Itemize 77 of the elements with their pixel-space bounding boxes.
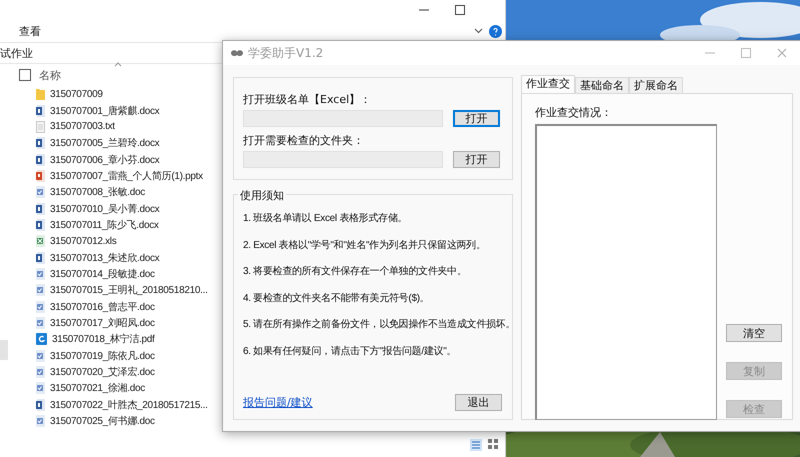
document-icon — [36, 350, 45, 362]
checkbox-icon — [19, 69, 31, 81]
folder-icon — [36, 88, 45, 100]
notice-item: 6. 如果有任何疑问，请点击下方"报告问题/建议"。 — [243, 344, 456, 358]
path-field[interactable] — [243, 151, 444, 168]
file-name[interactable]: 3150707013_朱述欣.docx — [50, 250, 160, 265]
window-title: 学委助手V1.2 — [248, 44, 324, 62]
spreadsheet-icon — [36, 235, 45, 248]
document-icon — [36, 284, 45, 296]
document-icon — [36, 300, 45, 313]
notice-item: 1. 班级名单请以 Excel 表格形式存储。 — [243, 212, 408, 225]
maximize-icon — [455, 5, 465, 15]
document-icon — [36, 316, 45, 329]
file-name[interactable]: 3150707012.xls — [50, 236, 116, 247]
word-document-icon — [36, 252, 45, 264]
file-name[interactable]: 3150707014_段敏捷.doc — [50, 266, 155, 281]
sort-caret-icon — [114, 62, 122, 67]
file-name[interactable]: 3150707017_刘昭凤.doc — [50, 316, 155, 330]
file-name[interactable]: 3150707015_王明礼_20180518210... — [50, 283, 208, 298]
help-icon — [489, 24, 502, 38]
tab[interactable]: 作业查交 — [521, 75, 575, 93]
file-name[interactable]: 3150707003.txt — [50, 121, 115, 132]
document-icon — [36, 186, 45, 198]
file-name[interactable]: 3150707006_章小芬.docx — [50, 152, 160, 167]
field-label: 打开班级名单【Excel】： — [243, 92, 372, 107]
document-icon — [36, 366, 45, 378]
file-name[interactable]: 3150707007_雷燕_个人简历(1).pptx — [50, 168, 203, 183]
maximize-icon — [741, 48, 751, 58]
file-name[interactable]: 3150707025_何书娜.doc — [50, 414, 155, 428]
file-name[interactable]: 3150707010_吴小菁.docx — [50, 202, 160, 216]
file-name[interactable]: 3150707011_陈少飞.docx — [50, 218, 159, 232]
document-icon — [36, 268, 45, 280]
ribbon-tab[interactable]: 查看 — [19, 24, 41, 38]
report-link[interactable]: 报告问题/建议 — [243, 395, 313, 410]
word-document-icon — [36, 154, 45, 166]
tab[interactable]: 基础命名 — [575, 77, 629, 93]
exit-button[interactable]: 退出 — [455, 394, 502, 411]
notice-item: 2. Excel 表格以"学号"和"姓名"作为列名并只保留这两列。 — [243, 238, 486, 252]
file-name[interactable]: 3150707020_艾泽宏.doc — [50, 365, 155, 380]
address-bar-text[interactable]: 试作业 — [0, 46, 33, 60]
app-logo-icon — [230, 48, 244, 58]
action-button[interactable]: 清空 — [726, 324, 782, 342]
details-view-icon — [470, 439, 482, 451]
result-list[interactable] — [535, 124, 717, 420]
tiles-view-icon — [488, 439, 499, 450]
field-label: 打开需要检查的文件夹： — [243, 133, 365, 148]
notice-item: 3. 将要检查的所有文件保存在一个单独的文件夹中。 — [243, 264, 467, 278]
word-document-icon — [36, 202, 45, 215]
group-title: 使用须知 — [238, 188, 286, 203]
text-file-icon — [36, 120, 45, 133]
file-name[interactable]: 3150707021_徐湘.doc — [50, 381, 145, 396]
file-name[interactable]: 3150707018_林宁洁.pdf — [52, 332, 154, 346]
file-name[interactable]: 3150707019_陈依凡.doc — [50, 348, 155, 363]
close-icon — [777, 48, 787, 58]
file-name[interactable]: 3150707008_张敏.doc — [50, 185, 145, 200]
open-button[interactable]: 打开 — [453, 110, 500, 127]
document-icon — [36, 415, 45, 428]
file-name[interactable]: 3150707016_曾志平.doc — [50, 300, 155, 314]
pdf-icon — [36, 333, 47, 346]
word-document-icon — [36, 104, 45, 117]
presentation-icon — [36, 170, 45, 182]
tab[interactable]: 扩展命名 — [629, 77, 683, 93]
notice-item: 4. 要检查的文件夹名不能带有美元符号($)。 — [243, 292, 430, 304]
word-document-icon — [36, 218, 45, 231]
open-button[interactable]: 打开 — [453, 151, 500, 168]
chevron-down-icon — [474, 28, 483, 34]
word-document-icon — [36, 398, 45, 411]
word-document-icon — [36, 137, 45, 150]
column-header[interactable]: 名称 — [39, 68, 61, 82]
document-icon — [36, 382, 45, 394]
file-name[interactable]: 3150707022_叶胜杰_20180517215... — [50, 398, 208, 412]
file-name[interactable]: 3150707005_兰碧玲.docx — [50, 136, 160, 150]
path-field[interactable] — [243, 110, 444, 127]
result-label: 作业查交情况： — [535, 105, 613, 120]
notice-item: 5. 请在所有操作之前备份文件，以免因操作不当造成文件损坏。 — [243, 318, 516, 331]
file-name[interactable]: 3150707001_唐紫麒.docx — [50, 104, 160, 118]
file-name[interactable]: 3150707009 — [50, 88, 103, 100]
